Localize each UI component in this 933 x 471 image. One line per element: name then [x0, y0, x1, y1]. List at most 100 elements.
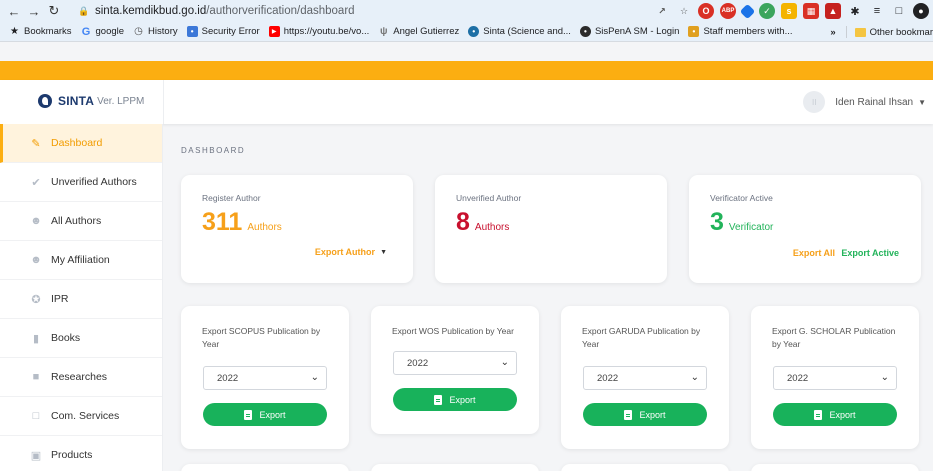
chevron-down-icon: ⌄: [690, 372, 699, 383]
header-accent-strip: [0, 61, 933, 80]
reading-list-icon[interactable]: ≡: [869, 3, 885, 19]
sidebar-item-label: Dashboard: [51, 137, 103, 149]
chevron-down-icon: ⌄: [310, 372, 319, 383]
chevron-down-icon: ⌄: [500, 357, 509, 368]
diamond-extension-icon[interactable]: [739, 3, 756, 19]
year-select[interactable]: 2022 ⌄: [393, 351, 517, 375]
export-card-title: Export GARUDA Publication by Year: [582, 326, 701, 349]
stat-label: Register Author: [202, 193, 261, 203]
next-row-card: [751, 464, 919, 471]
export-button[interactable]: Export: [773, 403, 897, 426]
sinta-icon: •: [468, 26, 480, 37]
sidebar-item-researches[interactable]: ■ Researches: [0, 358, 162, 397]
more-bookmarks-button[interactable]: »: [830, 27, 835, 38]
extension-bar: ↗ ☆ O ABP ✓ s ▦ ▲ ✱ ≡ □ ●: [654, 2, 933, 20]
export-all-link[interactable]: Export All: [793, 248, 835, 258]
sidebar-item-dashboard[interactable]: ✎ Dashboard: [0, 124, 162, 163]
other-bookmarks[interactable]: Other bookmar: [870, 27, 933, 38]
export-button-label: Export: [259, 409, 286, 420]
google-icon: G: [81, 25, 91, 38]
bookmarks-bar: ★ Bookmarks Ggoogle ◷ History • Security Er…: [0, 22, 933, 42]
export-button[interactable]: Export: [393, 388, 517, 411]
share-icon[interactable]: ↗: [654, 3, 670, 19]
export-card-title: Export SCOPUS Publication by Year: [202, 326, 321, 349]
sidebar-item-label: Researches: [51, 371, 108, 383]
bookmark-item[interactable]: • Security Error: [186, 26, 260, 37]
stat-label: Unverified Author: [456, 193, 522, 203]
year-select[interactable]: 2022 ⌄: [203, 366, 327, 390]
bookmark-item[interactable]: Ggoogle: [81, 25, 124, 38]
breadcrumb: DASHBOARD: [181, 146, 246, 155]
export-button-label: Export: [639, 409, 666, 420]
sidebar-item-label: My Affiliation: [51, 254, 110, 266]
stat-unit: Authors: [247, 222, 282, 233]
document-icon: [624, 409, 633, 420]
bookmark-item[interactable]: • SisPenA SM - Login: [579, 26, 679, 37]
export-button[interactable]: Export: [583, 403, 707, 426]
sidebar-item-label: Products: [51, 449, 93, 461]
user-name: Iden Rainal Ihsan: [835, 96, 914, 108]
sidebar-item-all-authors[interactable]: ☻ All Authors: [0, 202, 162, 241]
side-panel-icon[interactable]: □: [891, 3, 907, 19]
year-select[interactable]: 2022 ⌄: [583, 366, 707, 390]
green-extension-icon[interactable]: ✓: [759, 3, 775, 19]
bookmark-item[interactable]: • Sinta (Science and...: [468, 26, 571, 37]
stat-number: 3: [710, 208, 724, 236]
folder-icon: [854, 27, 866, 37]
sidebar-item-products[interactable]: ▣ Products: [0, 436, 162, 471]
profile-icon[interactable]: ●: [913, 3, 929, 19]
badge-icon: ✪: [31, 293, 41, 306]
url-domain: sinta.kemdikbud.go.id: [95, 5, 207, 17]
sidebar-item-ipr[interactable]: ✪ IPR: [0, 280, 162, 319]
forward-icon[interactable]: →: [24, 1, 44, 21]
sidebar-item-com-services[interactable]: □ Com. Services: [0, 397, 162, 436]
stat-number: 311: [202, 208, 243, 236]
address-bar[interactable]: 🔒 sinta.kemdikbud.go.id/authorverificati…: [78, 2, 678, 20]
caret-down-icon: ▼: [380, 248, 387, 256]
sidebar-item-label: Com. Services: [51, 410, 120, 422]
sidebar-item-my-affiliation[interactable]: ☻ My Affiliation: [0, 241, 162, 280]
year-select[interactable]: 2022 ⌄: [773, 366, 897, 390]
export-author-dropdown[interactable]: Export Author ▼: [315, 247, 387, 257]
yellow-extension-icon[interactable]: s: [781, 3, 797, 19]
red-extension-icon[interactable]: ▦: [803, 3, 819, 19]
sispena-icon: •: [579, 26, 591, 37]
bookmark-item[interactable]: • Staff members with...: [688, 26, 793, 37]
staff-icon: •: [688, 26, 700, 37]
bookmark-item[interactable]: ψ Angel Gutierrez: [378, 26, 459, 37]
next-row-card: [181, 464, 349, 471]
bookmark-star-icon[interactable]: ☆: [676, 3, 692, 19]
stat-label: Verificator Active: [710, 193, 773, 203]
app-brand: SINTA: [58, 94, 95, 108]
puzzle-icon[interactable]: ✱: [847, 3, 863, 19]
opera-icon[interactable]: O: [698, 3, 714, 19]
back-icon[interactable]: ←: [4, 1, 24, 21]
pdf-extension-icon[interactable]: ▲: [825, 3, 841, 19]
export-active-link[interactable]: Export Active: [841, 248, 899, 258]
bookmarks-divider: [845, 26, 847, 38]
sidebar-item-unverified-authors[interactable]: ✔ Unverified Authors: [0, 163, 162, 202]
logo-divider: [163, 80, 164, 124]
book-icon: ▮: [32, 332, 40, 345]
reload-icon[interactable]: ↻: [44, 1, 64, 21]
avatar: II: [803, 91, 826, 113]
bookmark-item[interactable]: ◷ History: [133, 26, 177, 37]
user-menu[interactable]: II Iden Rainal Ihsan ▼: [803, 91, 926, 113]
year-select-value: 2022: [217, 372, 239, 384]
export-button[interactable]: Export: [203, 403, 327, 426]
chevron-down-icon: ⌄: [880, 372, 889, 383]
verificator-active-card: Verificator Active 3 Verificator Export …: [689, 175, 921, 283]
export-button-label: Export: [449, 394, 476, 405]
youtube-icon: ▶: [268, 26, 280, 37]
adblock-icon[interactable]: ABP: [720, 3, 736, 19]
bookmark-outline-icon: □: [32, 410, 40, 422]
pencil-icon: ✎: [31, 137, 41, 150]
sidebar-item-books[interactable]: ▮ Books: [0, 319, 162, 358]
export-card-title: Export WOS Publication by Year: [392, 326, 514, 336]
sidebar-item-label: IPR: [51, 293, 69, 305]
app-logo[interactable]: SINTA Ver. LPPM: [38, 94, 144, 108]
stat-unit: Authors: [474, 222, 510, 233]
bookmark-item[interactable]: ★ Bookmarks: [9, 26, 72, 37]
bookmark-item[interactable]: ▶ https://youtu.be/vo...: [268, 26, 369, 37]
document-icon: [814, 409, 823, 420]
